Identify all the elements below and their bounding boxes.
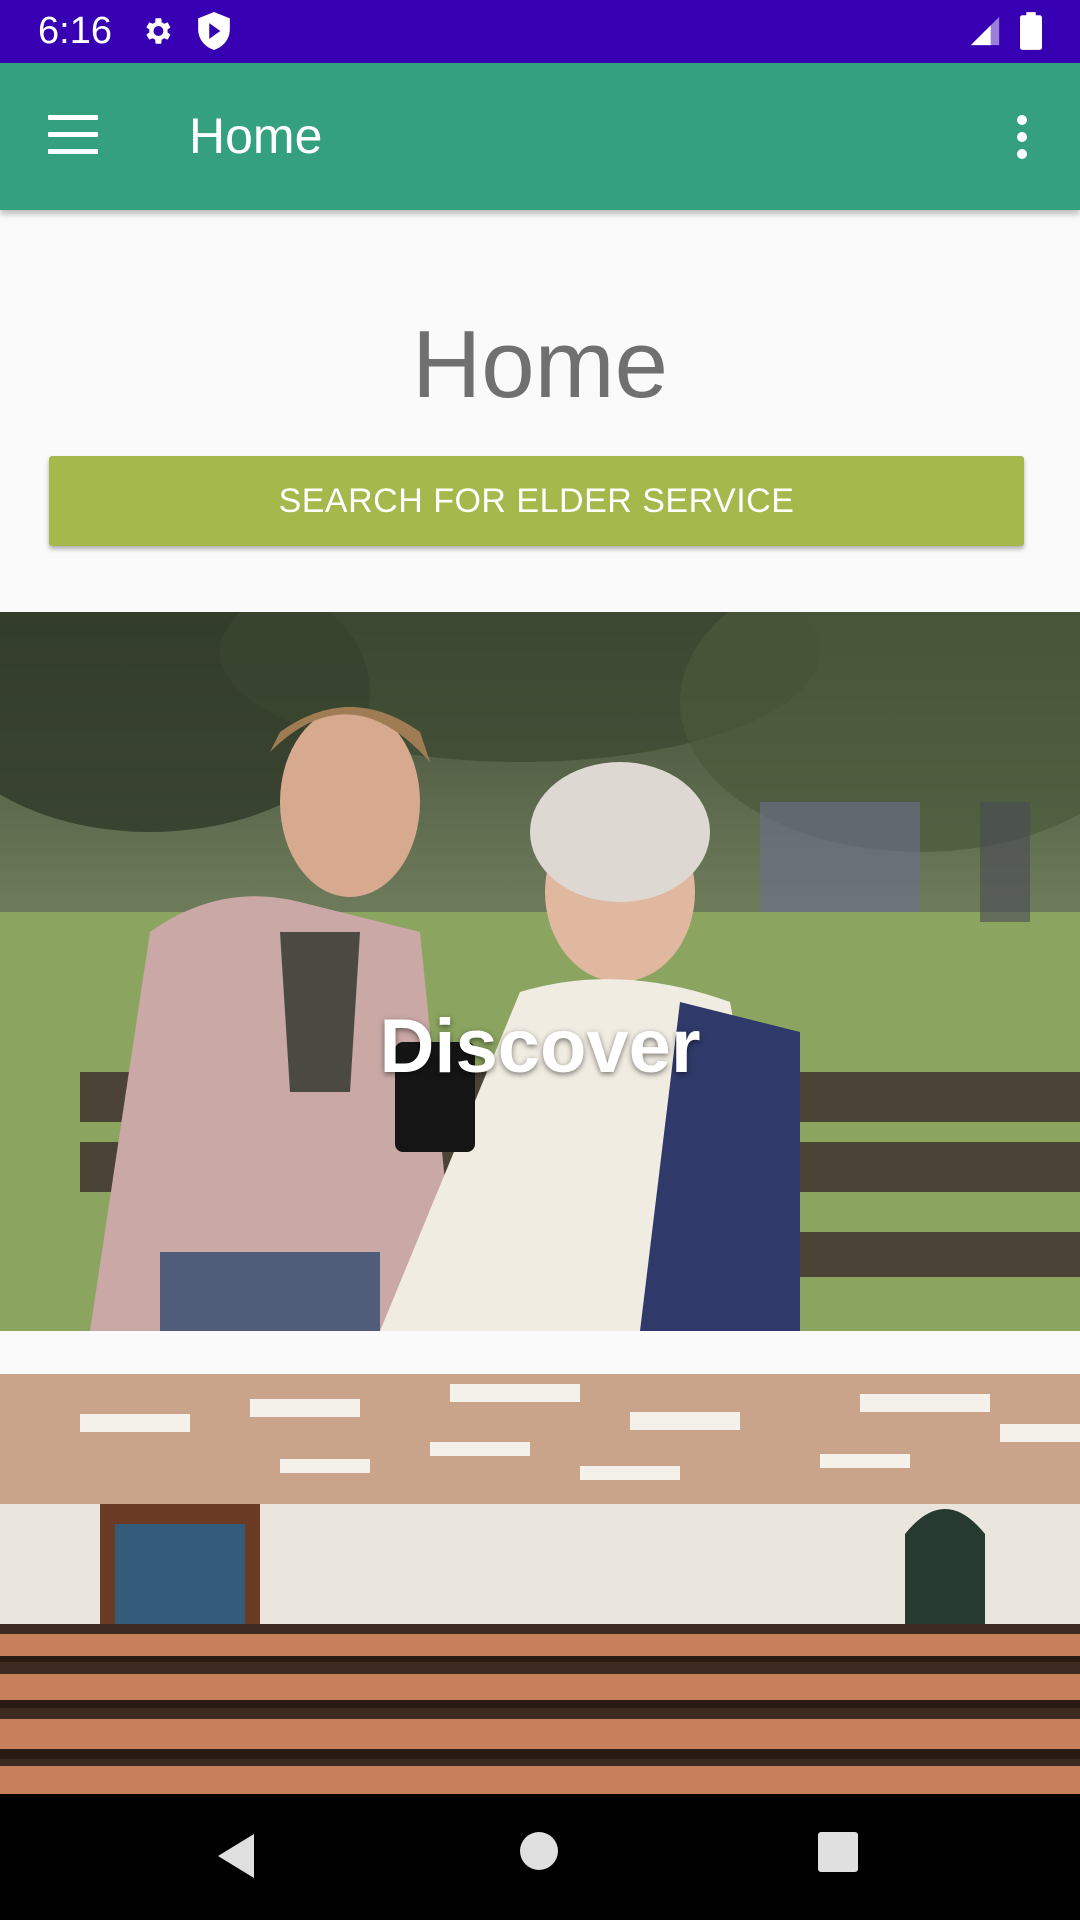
status-time: 6:16 [38, 10, 112, 52]
back-icon[interactable] [214, 1832, 258, 1880]
recents-icon[interactable] [818, 1832, 858, 1872]
battery-icon [1020, 12, 1042, 50]
app-bar: Home [0, 63, 1080, 210]
navigation-bar [0, 1794, 1080, 1920]
status-bar: 6:16 [0, 0, 1080, 63]
screen: 6:16 Home Home SEARCH FOR ELDER SERVICE [0, 0, 1080, 1920]
shield-icon [198, 12, 230, 50]
search-elder-service-button[interactable]: SEARCH FOR ELDER SERVICE [49, 456, 1024, 546]
discover-label: Discover [379, 1004, 701, 1089]
lecture-hall-image [0, 1374, 1080, 1794]
more-vert-icon[interactable] [1010, 113, 1034, 161]
app-bar-title: Home [189, 108, 323, 164]
page-title: Home [411, 311, 669, 418]
home-icon[interactable] [520, 1832, 558, 1870]
discover-card[interactable]: Discover [0, 612, 1080, 1331]
signal-icon [970, 16, 1000, 46]
gear-icon [146, 18, 171, 44]
menu-icon[interactable] [48, 115, 98, 155]
lecture-hall-card[interactable] [0, 1374, 1080, 1794]
